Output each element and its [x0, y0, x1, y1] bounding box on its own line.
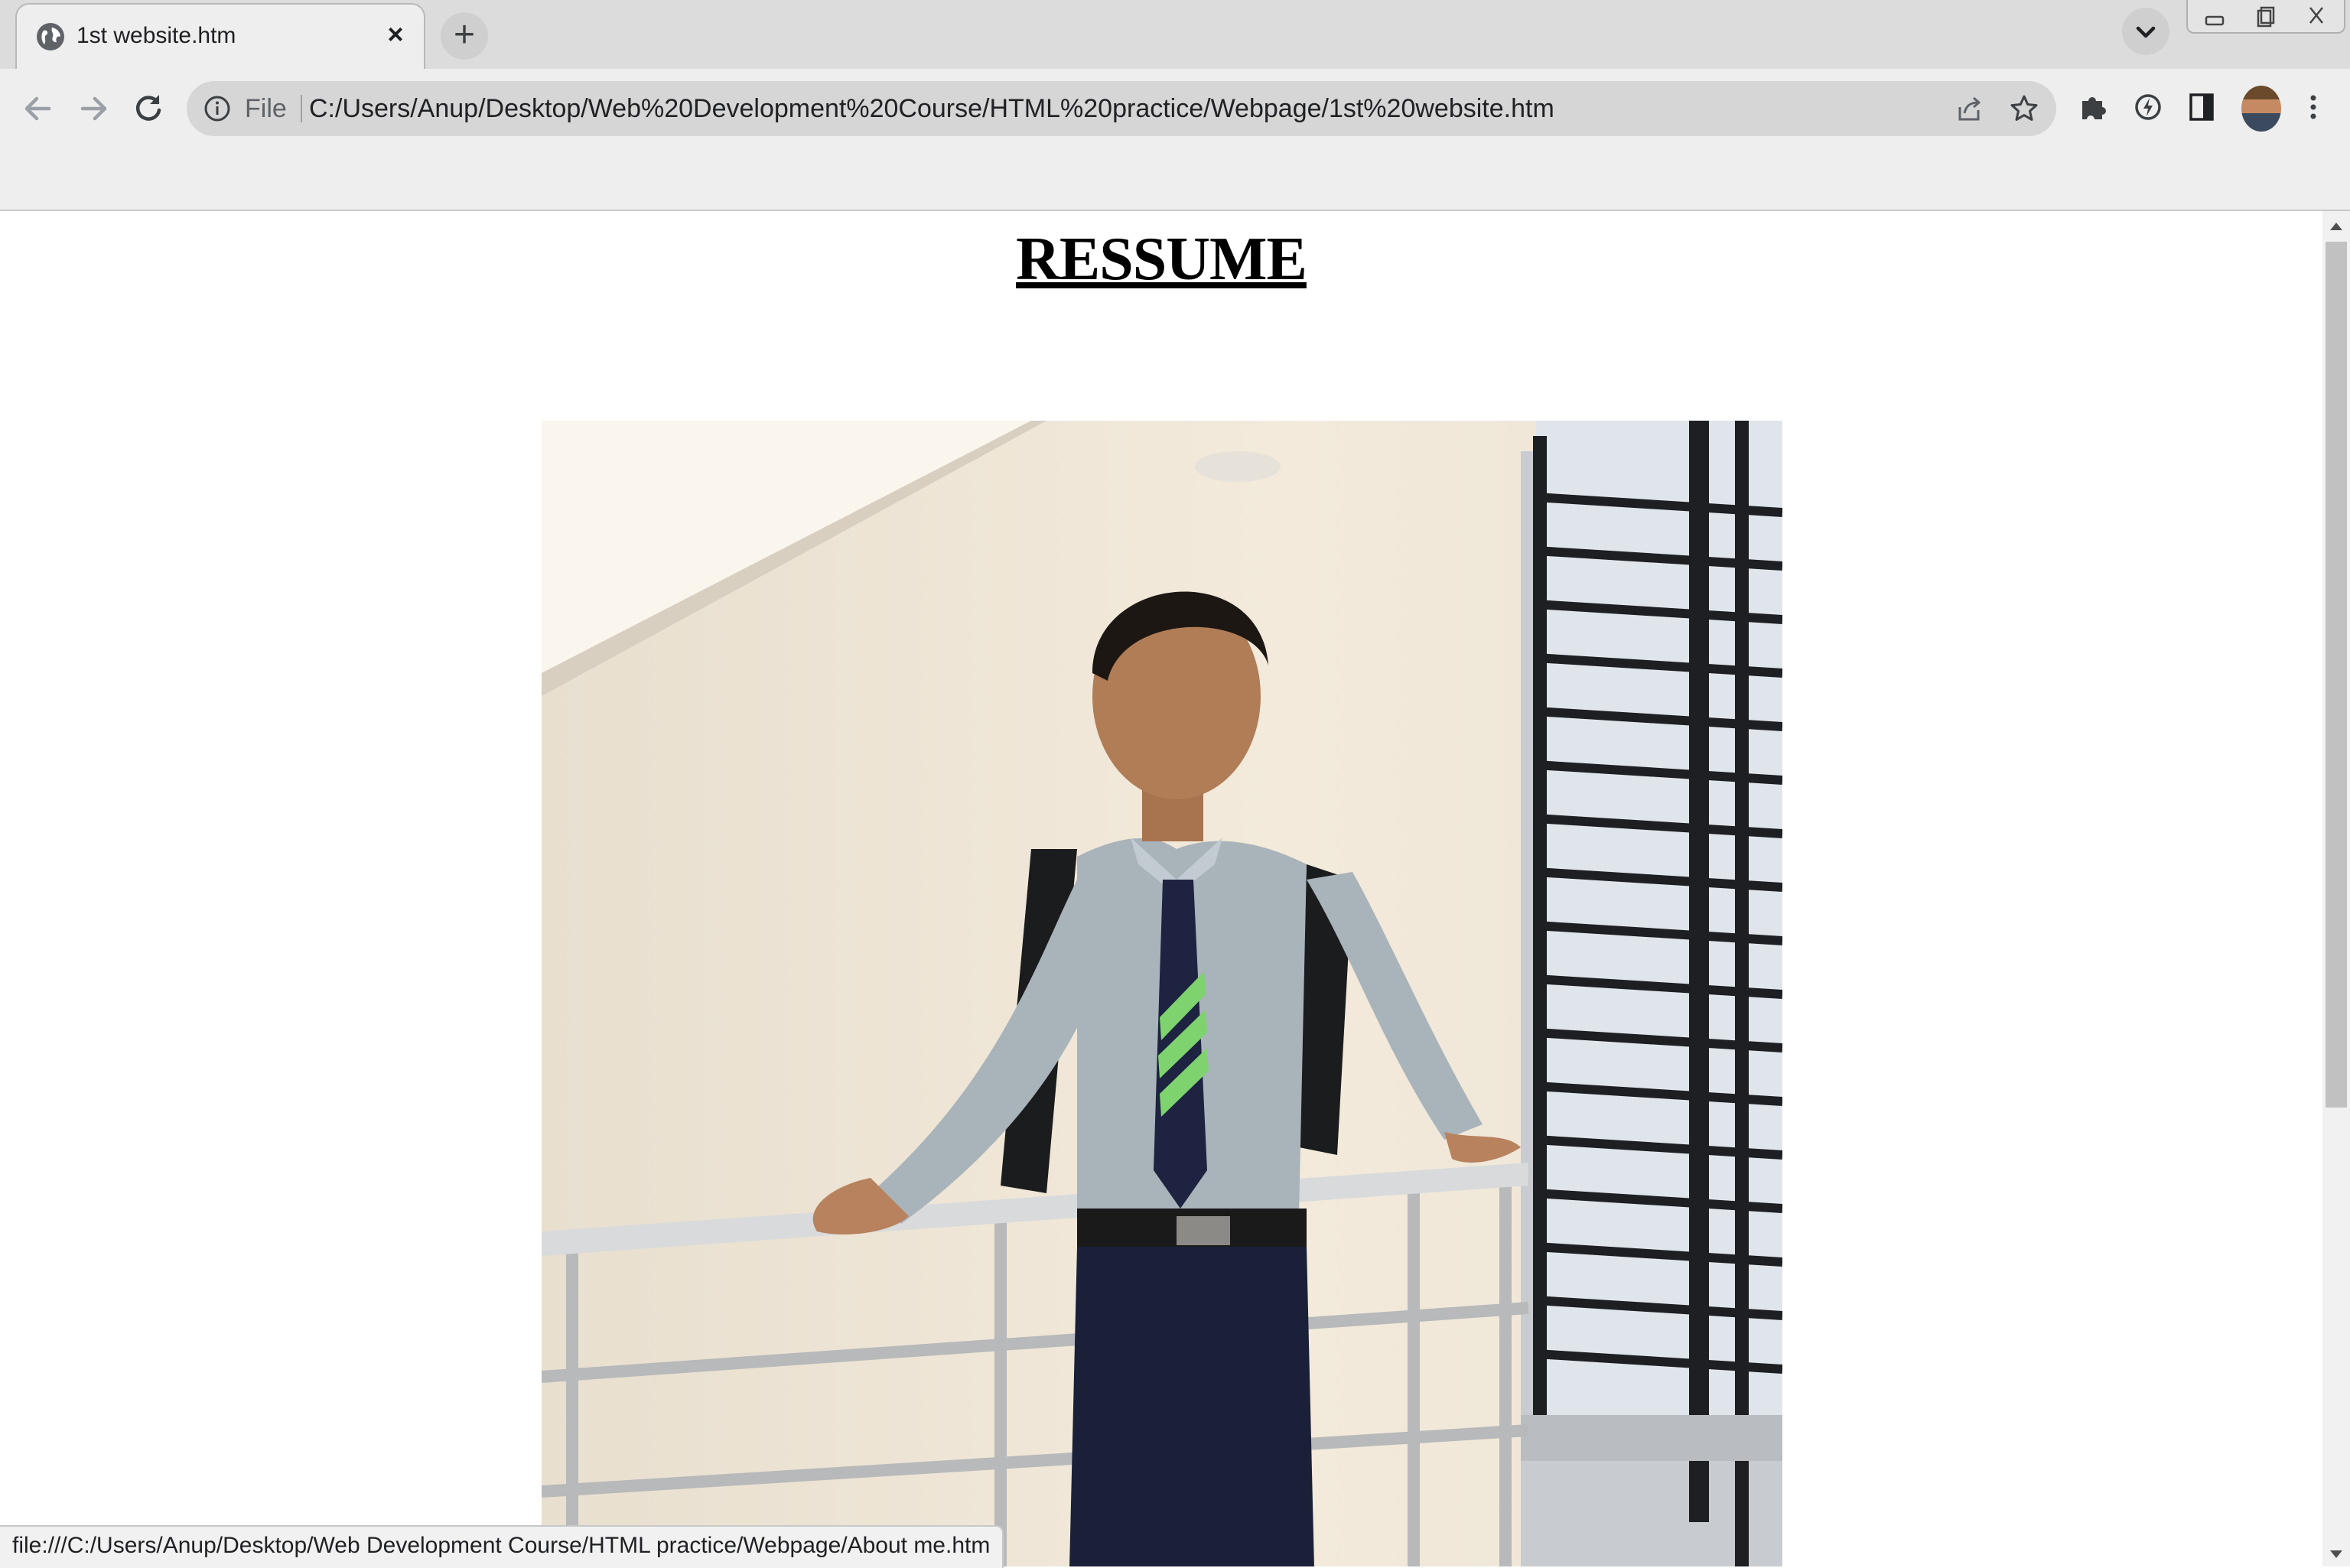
- chevron-down-icon: [2136, 26, 2156, 38]
- link-status-bubble: file:///C:/Users/Anup/Desktop/Web Develo…: [0, 1525, 1004, 1568]
- window-controls: [2186, 0, 2345, 34]
- bookmark-star-icon[interactable]: [2009, 93, 2039, 124]
- reload-button[interactable]: [125, 86, 171, 132]
- minimize-button[interactable]: [2191, 3, 2237, 31]
- tab-search-button[interactable]: [2122, 8, 2169, 55]
- info-icon[interactable]: [203, 95, 231, 122]
- tab-strip: 1st website.htm × +: [0, 0, 2350, 69]
- page-heading: RESSUME: [1016, 226, 1307, 293]
- profile-photo[interactable]: [541, 421, 1783, 1566]
- new-tab-button[interactable]: +: [441, 12, 488, 60]
- browser-tab[interactable]: 1st website.htm ×: [15, 3, 425, 69]
- scheme-label: File: [245, 95, 302, 122]
- forward-button[interactable]: [70, 86, 116, 132]
- vertical-scrollbar[interactable]: [2322, 211, 2350, 1566]
- scroll-up-arrow-icon[interactable]: [2329, 220, 2344, 233]
- minimize-icon: [2205, 15, 2225, 26]
- tab-title: 1st website.htm: [76, 23, 236, 48]
- close-tab-icon[interactable]: ×: [379, 18, 412, 50]
- scroll-down-arrow-icon[interactable]: [2329, 1548, 2344, 1560]
- profile-avatar[interactable]: [2241, 86, 2281, 132]
- performance-leaf-icon[interactable]: [2131, 90, 2165, 124]
- reload-icon: [136, 95, 161, 121]
- address-bar[interactable]: File C:/Users/Anup/Desktop/Web%20Develop…: [187, 81, 2056, 136]
- restore-button[interactable]: [2241, 3, 2287, 31]
- back-button[interactable]: [15, 86, 61, 132]
- arrow-right-icon: [80, 96, 107, 121]
- kebab-menu-icon[interactable]: [2296, 90, 2330, 124]
- close-window-button[interactable]: [2293, 3, 2339, 31]
- scrollbar-thumb[interactable]: [2326, 242, 2347, 1108]
- share-icon[interactable]: [1954, 93, 1984, 124]
- url-text[interactable]: C:/Users/Anup/Desktop/Web%20Development%…: [309, 95, 1554, 122]
- side-panel-icon[interactable]: [2185, 90, 2218, 124]
- page-viewport: RESSUME: [0, 211, 2322, 1566]
- close-icon: [2309, 7, 2323, 24]
- restore-icon: [2257, 6, 2275, 28]
- globe-icon: [37, 23, 64, 50]
- browser-toolbar: File C:/Users/Anup/Desktop/Web%20Develop…: [0, 69, 2350, 211]
- arrow-left-icon: [24, 96, 51, 121]
- extensions-puzzle-icon[interactable]: [2076, 90, 2110, 124]
